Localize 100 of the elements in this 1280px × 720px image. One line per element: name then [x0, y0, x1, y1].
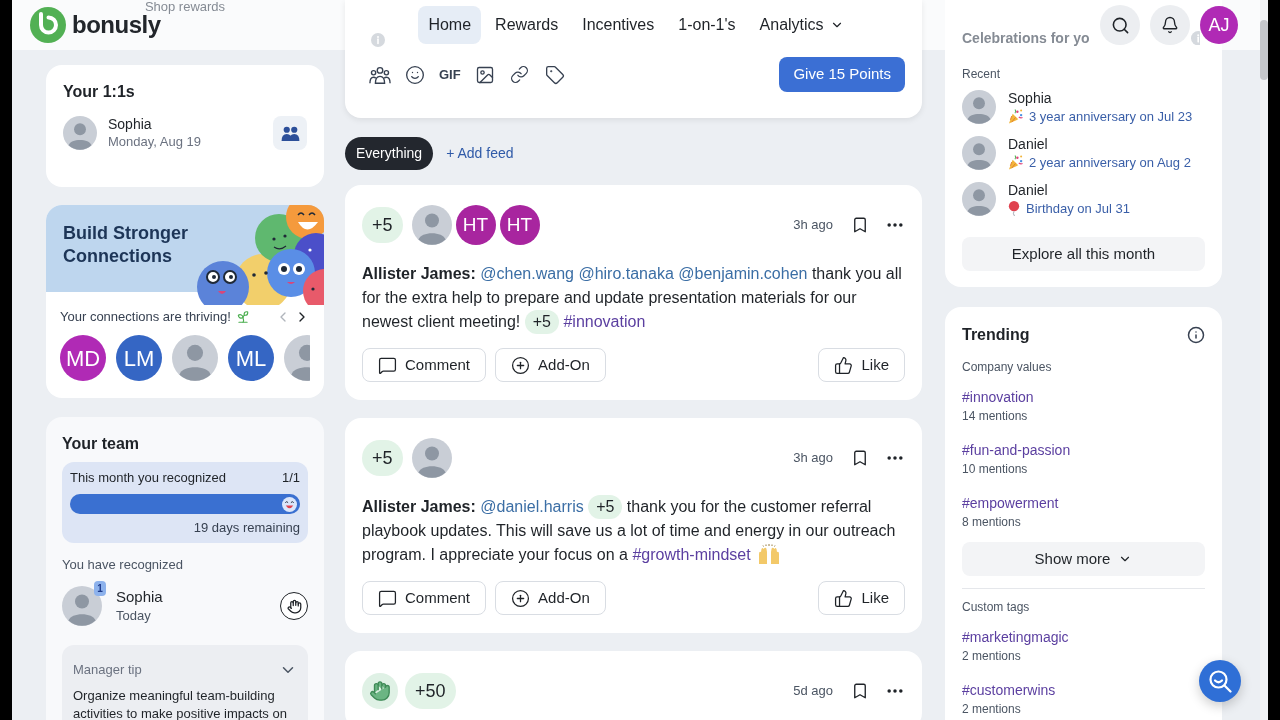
avatar-silhouette	[411, 205, 452, 245]
hand-icon	[286, 598, 302, 614]
post-time: 5d ago	[793, 682, 833, 701]
comment-button[interactable]: Comment	[362, 348, 487, 382]
initials-avatar[interactable]: LM	[116, 335, 162, 381]
like-button[interactable]: Like	[818, 348, 905, 382]
post-time: 3h ago	[793, 449, 833, 468]
mention-link[interactable]: @benjamin.cohen	[678, 265, 808, 282]
card-title: Celebrations for yo	[962, 28, 1090, 48]
mention-count: 10 mentions	[962, 461, 1028, 477]
person-name: Sophia	[116, 587, 163, 607]
card-title: Your team	[62, 434, 141, 454]
initials-avatar: HT	[455, 205, 496, 245]
avatar-silhouette	[962, 182, 996, 216]
avatar-silhouette	[411, 438, 452, 478]
celebration-link[interactable]: 3 year anniversary on Jul 23	[1029, 107, 1193, 126]
post-text: Allister James: @chen.wang @hiro.tanaka @benjamin.cohen thank you all for the extra help to prepare and update presentation materials for our newest client meeting! +5 #innovation	[362, 262, 905, 334]
mention-count: 2 mentions	[962, 648, 1021, 664]
like-button[interactable]: Like	[818, 581, 905, 615]
info-icon[interactable]	[1187, 326, 1205, 344]
mention-link[interactable]: @daniel.harris	[480, 498, 584, 515]
plus-circle-icon	[511, 588, 531, 608]
wave-button[interactable]	[280, 592, 308, 620]
person-name: Daniel	[1008, 180, 1049, 200]
avatar-silhouette[interactable]	[284, 335, 310, 381]
nav-tab[interactable]: 1-on-1's	[668, 6, 746, 44]
link-icon[interactable]	[509, 65, 529, 84]
celebration-link[interactable]: 2 year anniversary on Aug 2	[1029, 153, 1191, 172]
days-remaining: 19 days remaining	[193, 520, 300, 536]
feed-filter-tab[interactable]: Everything	[345, 137, 434, 170]
points-badge: +5	[524, 310, 559, 334]
smiling-magnifier-icon	[1208, 669, 1232, 693]
add-feed-link[interactable]: + Add feed	[446, 143, 514, 164]
thumbs-up-icon	[834, 355, 854, 375]
points-badge: +5	[588, 495, 623, 519]
nav-tab[interactable]: Incentives	[572, 6, 665, 44]
mention-link[interactable]: @hiro.tanaka	[578, 265, 674, 282]
hashtag-link[interactable]: #innovation	[962, 387, 1034, 407]
nav-tab[interactable]: Analytics	[749, 6, 854, 44]
image-icon[interactable]	[474, 64, 495, 85]
nav-tab[interactable]: Home	[418, 6, 482, 44]
people-button[interactable]	[273, 116, 307, 150]
scrollbar-thumb[interactable]	[1260, 20, 1268, 80]
explore-button[interactable]: Explore all this month	[962, 237, 1205, 271]
section-label: You have recognized	[62, 557, 184, 573]
mention-count: 14 mentions	[962, 408, 1028, 424]
hashtag-link[interactable]: #empowerment	[962, 493, 1059, 513]
section-label: Recent	[962, 66, 1002, 82]
initials-avatar[interactable]: ML	[228, 335, 274, 381]
progress-count: 1/1	[281, 470, 300, 486]
avatar-silhouette	[62, 586, 102, 626]
connections-message: Your connections are thriving!	[60, 308, 231, 327]
search-icon	[1110, 15, 1130, 35]
bookmark-icon[interactable]	[851, 682, 869, 700]
post-text: Allister James: @daniel.harris +5 thank you for the customer referral playbook updates. This will save us a lot of time and energy in our outreach program. I appreciate your focus on a #growth-mindset	[362, 495, 905, 567]
gif-button[interactable]: GIF	[439, 64, 461, 85]
points-badge: +50	[405, 673, 456, 709]
points-badge: +5	[362, 440, 403, 476]
avatar-silhouette[interactable]	[172, 335, 218, 381]
avatar-silhouette	[962, 90, 996, 124]
hashtag-link[interactable]: #fun-and-passion	[962, 440, 1071, 460]
balloon-icon	[1008, 201, 1020, 216]
card-title: Your 1:1s	[63, 82, 136, 102]
add-on-button[interactable]: Add-On	[495, 348, 606, 382]
bookmark-icon[interactable]	[851, 216, 869, 234]
initials-avatar: HT	[499, 205, 540, 245]
tip-title: Manager tip	[73, 661, 142, 680]
comment-icon	[378, 355, 397, 375]
hashtag-link[interactable]: #growth-mindset	[632, 546, 751, 563]
recognized-date: Today	[116, 607, 152, 625]
nav-tab[interactable]: Rewards	[485, 6, 569, 44]
bookmark-icon[interactable]	[851, 449, 869, 467]
section-label: Custom tags	[962, 599, 1031, 615]
hashtag-link[interactable]: #customerwins	[962, 680, 1056, 700]
add-on-button[interactable]: Add-On	[495, 581, 606, 615]
mention-link[interactable]: @chen.wang	[480, 265, 574, 282]
smiley-icon[interactable]	[405, 64, 425, 85]
post-time: 3h ago	[793, 216, 833, 235]
celebration-link[interactable]: Birthday on Jul 31	[1026, 199, 1131, 218]
bell-icon	[1161, 16, 1179, 34]
avatar-silhouette	[63, 116, 97, 150]
show-more-button[interactable]: Show more	[962, 542, 1205, 576]
hashtag-link[interactable]: #innovation	[563, 313, 646, 330]
tag-icon[interactable]	[544, 64, 565, 85]
meeting-date: Monday, Aug 19	[108, 133, 201, 151]
comment-button[interactable]: Comment	[362, 581, 487, 615]
party-popper-icon	[1008, 109, 1023, 124]
logo-icon	[30, 7, 66, 43]
mention-count: 2 mentions	[962, 701, 1021, 717]
card-title: Trending	[962, 325, 1030, 345]
people-icon	[280, 125, 300, 141]
initials-avatar[interactable]: MD	[60, 335, 106, 381]
mention-count: 8 mentions	[962, 514, 1021, 530]
logo-text: bonusly	[72, 14, 161, 36]
group-icon[interactable]	[369, 64, 391, 85]
hashtag-link[interactable]: #marketingmagic	[962, 627, 1069, 647]
avatar-silhouette	[962, 136, 996, 170]
give-points-button[interactable]: Give 15 Points	[779, 57, 905, 92]
laughing-face-icon	[282, 496, 297, 512]
person-name: Sophia	[108, 115, 153, 133]
